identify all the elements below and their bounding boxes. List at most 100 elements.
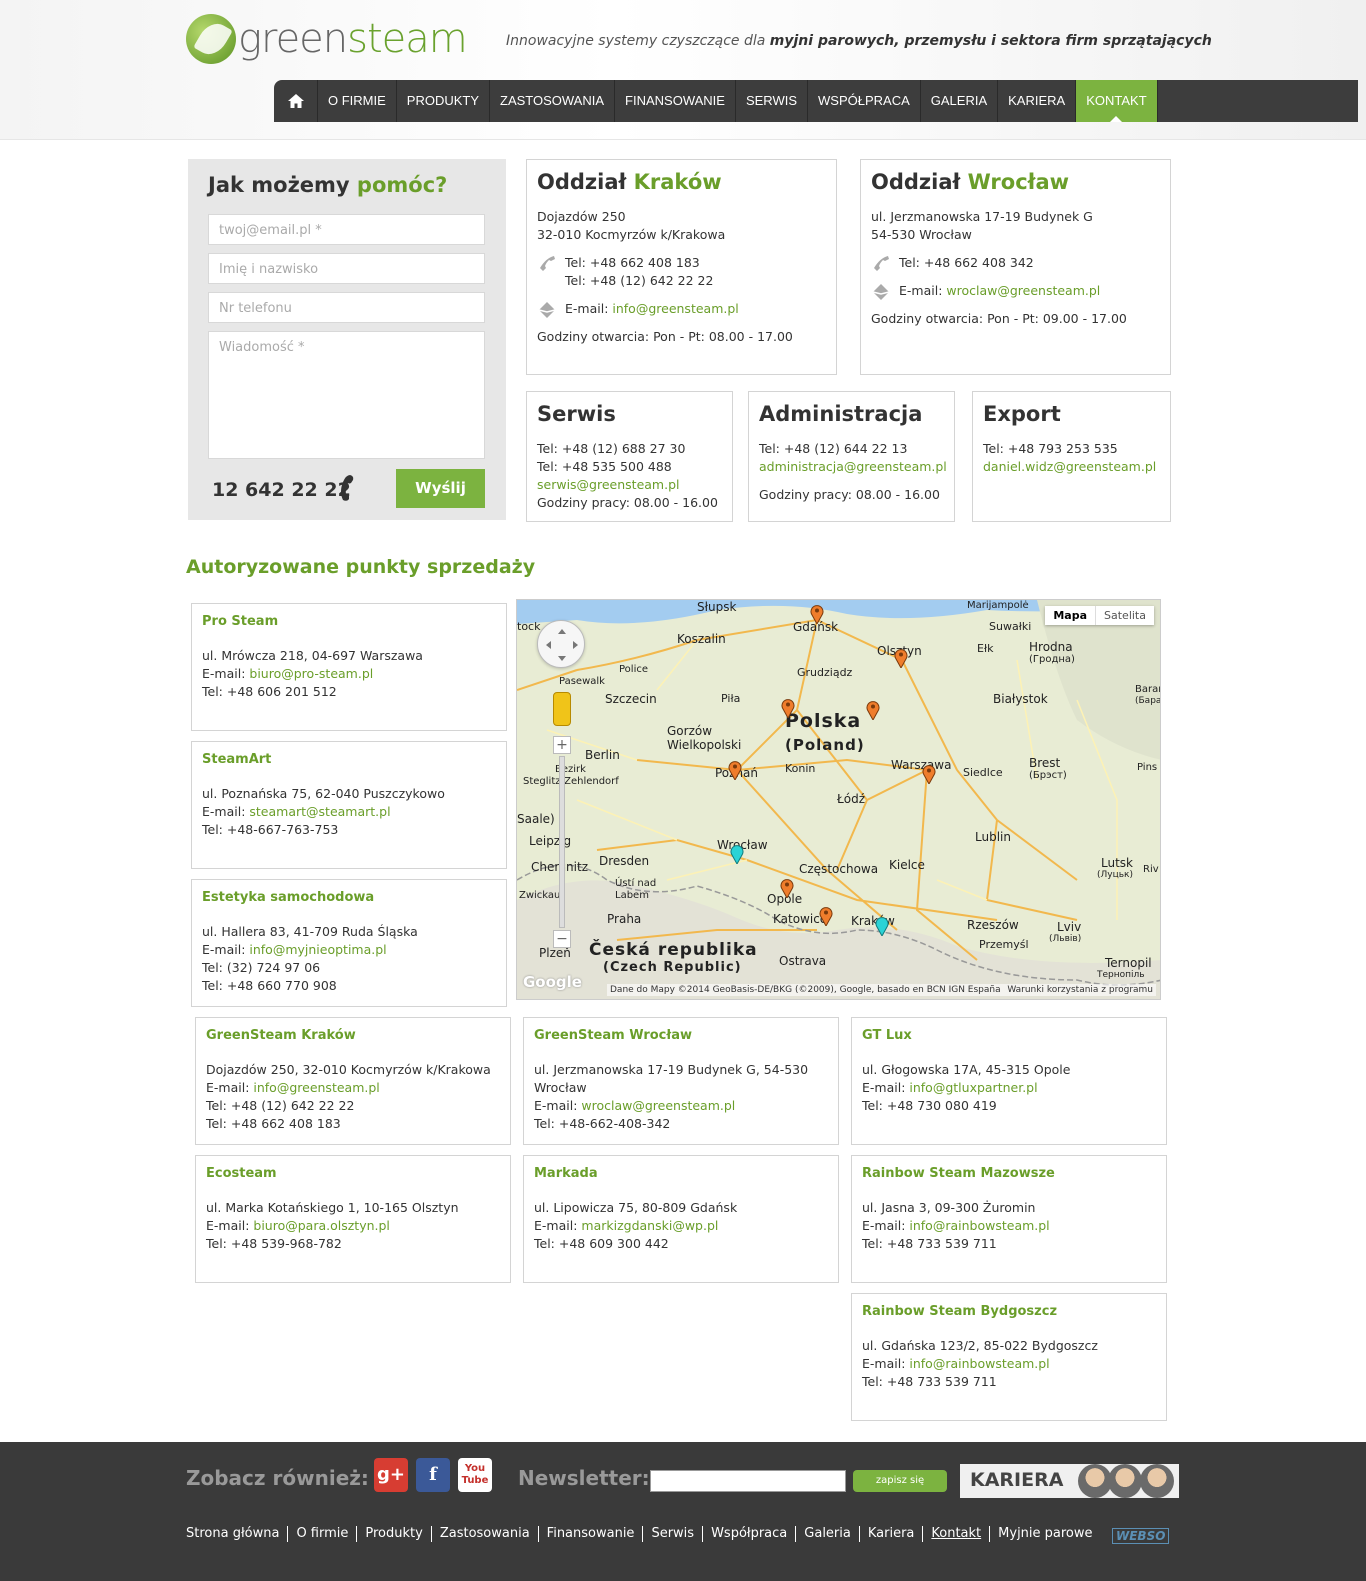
google-plus-icon[interactable]: g+ — [374, 1458, 408, 1492]
dealer-addr: ul. Hallera 83, 41-709 Ruda Śląska — [202, 924, 418, 939]
map-city: Ústí nad — [615, 878, 657, 889]
dept-administracja-email[interactable]: administracja@greensteam.pl — [759, 459, 947, 474]
branch-wroclaw-email[interactable]: wroclaw@greensteam.pl — [946, 283, 1100, 298]
dealer-name[interactable]: Rainbow Steam Bydgoszcz — [862, 1304, 1156, 1319]
phone-field[interactable]: Nr telefonu — [208, 292, 485, 323]
dealer-email[interactable]: wroclaw@greensteam.pl — [581, 1098, 735, 1113]
nav-finansowanie[interactable]: FINANSOWANIE — [615, 80, 736, 122]
message-field[interactable]: Wiadomość * — [208, 331, 485, 459]
dealer-email[interactable]: info@gtluxpartner.pl — [909, 1080, 1037, 1095]
contact-form: Jak możemy pomóc? twoj@email.pl * Imię i… — [188, 159, 506, 520]
map-marker-orange[interactable] — [894, 648, 908, 668]
dealer-name[interactable]: Rainbow Steam Mazowsze — [862, 1166, 1156, 1181]
footer-link-home[interactable]: Strona główna — [186, 1526, 289, 1542]
map-marker-orange[interactable] — [866, 700, 880, 720]
send-button[interactable]: Wyślij — [396, 469, 485, 508]
map-city: Lviv — [1057, 920, 1082, 934]
nav-wspolpraca[interactable]: WSPÓŁPRACA — [808, 80, 921, 122]
dept-export-email[interactable]: daniel.widz@greensteam.pl — [983, 459, 1156, 474]
footer-link-serwis[interactable]: Serwis — [643, 1526, 704, 1542]
dealer-email[interactable]: steamart@steamart.pl — [249, 804, 390, 819]
dealer-name[interactable]: GT Lux — [862, 1028, 1156, 1043]
footer-link-produkty[interactable]: Produkty — [357, 1526, 432, 1542]
facebook-icon[interactable]: f — [416, 1458, 450, 1492]
nav-zastosowania[interactable]: ZASTOSOWANIA — [490, 80, 616, 122]
career-banner[interactable]: KARIERA — [960, 1464, 1179, 1498]
email-field[interactable]: twoj@email.pl * — [208, 214, 485, 245]
map-terms-link[interactable]: Warunki korzystania z programu — [1004, 984, 1156, 996]
logo[interactable]: greensteam — [186, 14, 468, 64]
dept-serwis-email[interactable]: serwis@greensteam.pl — [537, 477, 679, 492]
footer-link-galeria[interactable]: Galeria — [796, 1526, 860, 1542]
leaf-logo-icon — [186, 14, 236, 64]
dealer-addr: ul. Jasna 3, 09-300 Żuromin — [862, 1200, 1036, 1215]
footer-link-zastosowania[interactable]: Zastosowania — [432, 1526, 539, 1542]
footer-link-finansowanie[interactable]: Finansowanie — [539, 1526, 644, 1542]
footer-link-kariera[interactable]: Kariera — [860, 1526, 924, 1542]
nav-kariera[interactable]: KARIERA — [998, 80, 1077, 122]
dealer-tel: Tel: +48 609 300 442 — [534, 1236, 669, 1251]
footer-link-o-firmie[interactable]: O firmie — [288, 1526, 358, 1542]
youtube-icon[interactable]: You Tube — [458, 1458, 492, 1492]
map-marker-orange[interactable] — [922, 764, 936, 784]
dealer-email-line: E-mail: info@rainbowsteam.pl — [862, 1356, 1050, 1371]
map-city: Wielkopolski — [667, 738, 742, 752]
map-type-satellite[interactable]: Satelita — [1095, 606, 1154, 625]
name-field[interactable]: Imię i nazwisko — [208, 253, 485, 284]
dealer-name[interactable]: Markada — [534, 1166, 828, 1181]
dealer-name[interactable]: Pro Steam — [202, 614, 496, 629]
street-view-icon[interactable] — [553, 692, 571, 726]
dealer-name[interactable]: GreenSteam Wrocław — [534, 1028, 828, 1043]
dealer-card: GT Lux ul. Głogowska 17A, 45-315 Opole E… — [851, 1017, 1167, 1145]
dealer-card: GreenSteam Wrocław ul. Jerzmanowska 17-1… — [523, 1017, 839, 1145]
map-marker-orange[interactable] — [780, 878, 794, 898]
map-pan-control[interactable] — [537, 620, 585, 668]
dealer-name[interactable]: SteamArt — [202, 752, 496, 767]
map-type-map[interactable]: Mapa — [1045, 606, 1095, 625]
branch-krakow-email[interactable]: info@greensteam.pl — [612, 301, 738, 316]
dealers-map[interactable]: Słupsk Gdańsk Koszalin Olsztyn Suwałki M… — [516, 599, 1161, 1000]
zoom-out-button[interactable]: − — [553, 930, 571, 948]
dealer-tel2: Tel: +48 662 408 183 — [206, 1116, 341, 1131]
map-marker-orange[interactable] — [819, 906, 833, 926]
dept-serwis-tel2: Tel: +48 535 500 488 — [537, 459, 672, 474]
map-city: (Брэст) — [1029, 770, 1067, 781]
zoom-in-button[interactable]: + — [553, 736, 571, 754]
map-marker-cyan[interactable] — [875, 916, 889, 936]
dealer-email[interactable]: info@rainbowsteam.pl — [909, 1218, 1049, 1233]
home-icon — [287, 94, 304, 108]
map-marker-orange[interactable] — [810, 604, 824, 624]
dealer-email[interactable]: info@greensteam.pl — [253, 1080, 379, 1095]
dealer-email[interactable]: markizgdanski@wp.pl — [581, 1218, 718, 1233]
map-attribution: Dane do Mapy ©2014 GeoBasis-DE/BKG (©200… — [607, 984, 1004, 996]
nav-produkty[interactable]: PRODUKTY — [397, 80, 491, 122]
dealer-card: Markada ul. Lipowicza 75, 80-809 Gdańsk … — [523, 1155, 839, 1283]
nav-o-firmie[interactable]: O FIRMIE — [318, 80, 397, 122]
map-marker-orange[interactable] — [728, 760, 742, 780]
nav-galeria[interactable]: GALERIA — [921, 80, 999, 122]
map-city: (Луцьк) — [1097, 870, 1133, 880]
nav-home[interactable] — [274, 80, 318, 122]
nav-serwis[interactable]: SERWIS — [736, 80, 809, 122]
nav-kontakt[interactable]: KONTAKT — [1076, 80, 1158, 122]
webso-logo[interactable]: WEBSO — [1112, 1528, 1170, 1544]
map-city: Łódź — [837, 792, 866, 806]
dealer-email[interactable]: info@myjnieoptima.pl — [249, 942, 386, 957]
dealer-name[interactable]: GreenSteam Kraków — [206, 1028, 500, 1043]
footer-link-wspolpraca[interactable]: Współpraca — [703, 1526, 797, 1542]
dealer-email[interactable]: biuro@para.olsztyn.pl — [253, 1218, 390, 1233]
dealer-name[interactable]: Ecosteam — [206, 1166, 500, 1181]
subscribe-button[interactable]: zapisz się — [853, 1470, 947, 1492]
zoom-slider[interactable] — [559, 756, 565, 928]
dealer-email-line: E-mail: info@greensteam.pl — [206, 1080, 380, 1095]
envelope-icon — [872, 284, 890, 300]
dealer-email[interactable]: info@rainbowsteam.pl — [909, 1356, 1049, 1371]
dealer-email[interactable]: biuro@pro-steam.pl — [249, 666, 373, 681]
footer-link-myjnie[interactable]: Myjnie parowe — [990, 1526, 1100, 1542]
map-marker-cyan[interactable] — [730, 844, 744, 864]
dept-administracja-title: Administracja — [759, 402, 923, 426]
dealer-name[interactable]: Estetyka samochodowa — [202, 890, 496, 905]
footer-link-kontakt[interactable]: Kontakt — [923, 1526, 991, 1542]
map-marker-orange[interactable] — [781, 698, 795, 718]
newsletter-input[interactable] — [650, 1470, 846, 1492]
